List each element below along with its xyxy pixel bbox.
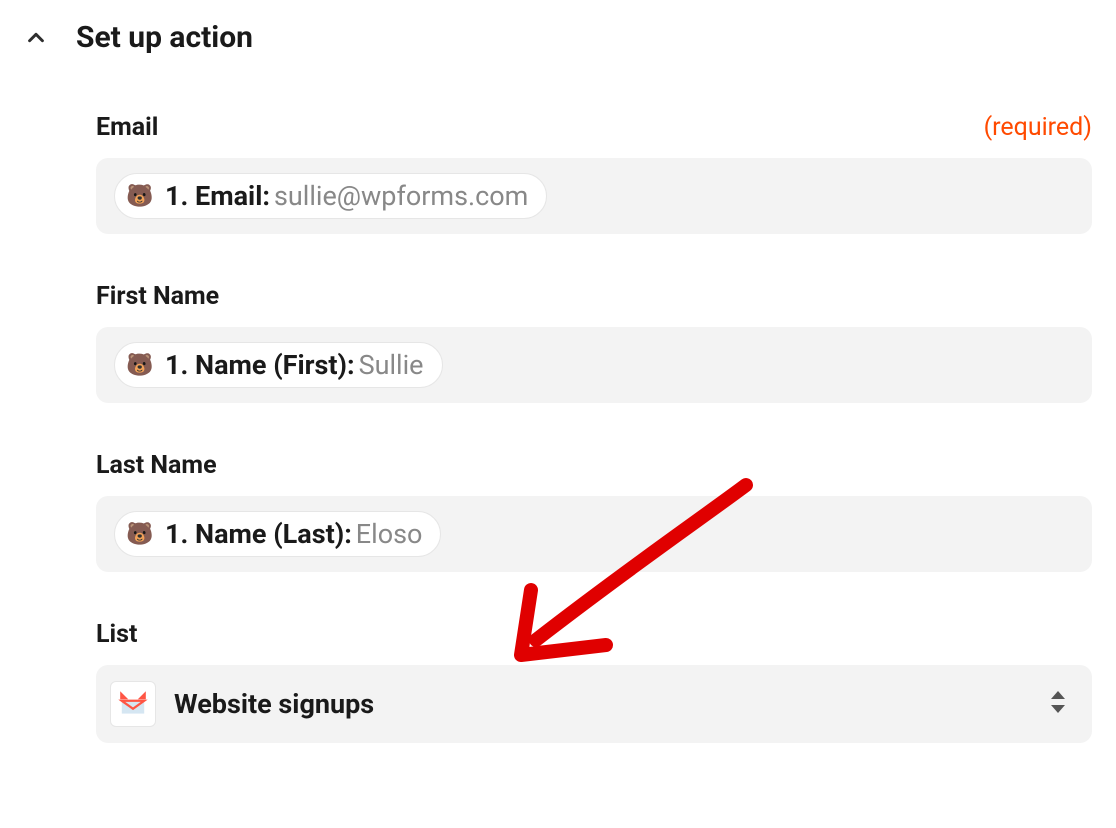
lastname-pill-label: 1. Name (Last):	[165, 518, 352, 550]
lastname-pill[interactable]: 🐻 1. Name (Last): Eloso	[114, 511, 441, 557]
firstname-label: First Name	[96, 282, 219, 311]
email-label: Email	[96, 113, 158, 142]
select-arrows-icon	[1048, 688, 1068, 720]
lastname-label: Last Name	[96, 451, 217, 480]
lastname-pill-value: Eloso	[356, 518, 423, 550]
firstname-pill-label: 1. Name (First):	[165, 349, 355, 381]
lastname-field-group: Last Name 🐻 1. Name (Last): Eloso	[96, 451, 1092, 572]
chevron-up-icon	[24, 26, 48, 50]
list-field-group: List Website signups	[96, 620, 1092, 743]
wpforms-app-icon: 🐻	[125, 519, 155, 549]
section-header[interactable]: Set up action	[24, 20, 1092, 55]
lastname-input[interactable]: 🐻 1. Name (Last): Eloso	[96, 496, 1092, 572]
email-pill-value: sullie@wpforms.com	[274, 180, 528, 212]
wpforms-app-icon: 🐻	[125, 181, 155, 211]
required-tag: (required)	[984, 113, 1092, 142]
firstname-pill[interactable]: 🐻 1. Name (First): Sullie	[114, 342, 443, 388]
wpforms-app-icon: 🐻	[125, 350, 155, 380]
firstname-input[interactable]: 🐻 1. Name (First): Sullie	[96, 327, 1092, 403]
list-select[interactable]: Website signups	[96, 665, 1092, 743]
firstname-pill-value: Sullie	[359, 349, 424, 381]
select-left: Website signups	[110, 681, 374, 727]
email-input[interactable]: 🐻 1. Email: sullie@wpforms.com	[96, 158, 1092, 234]
sendfox-app-icon	[110, 681, 156, 727]
list-label: List	[96, 620, 137, 649]
email-field-group: Email (required) 🐻 1. Email: sullie@wpfo…	[96, 113, 1092, 234]
firstname-field-group: First Name 🐻 1. Name (First): Sullie	[96, 282, 1092, 403]
email-pill-label: 1. Email:	[165, 180, 270, 212]
field-label-row: Email (required)	[96, 113, 1092, 142]
field-label-row: List	[96, 620, 1092, 649]
form-content: Email (required) 🐻 1. Email: sullie@wpfo…	[24, 113, 1092, 743]
field-label-row: Last Name	[96, 451, 1092, 480]
field-label-row: First Name	[96, 282, 1092, 311]
email-pill[interactable]: 🐻 1. Email: sullie@wpforms.com	[114, 173, 547, 219]
section-title: Set up action	[76, 20, 253, 55]
list-select-value: Website signups	[174, 688, 374, 720]
